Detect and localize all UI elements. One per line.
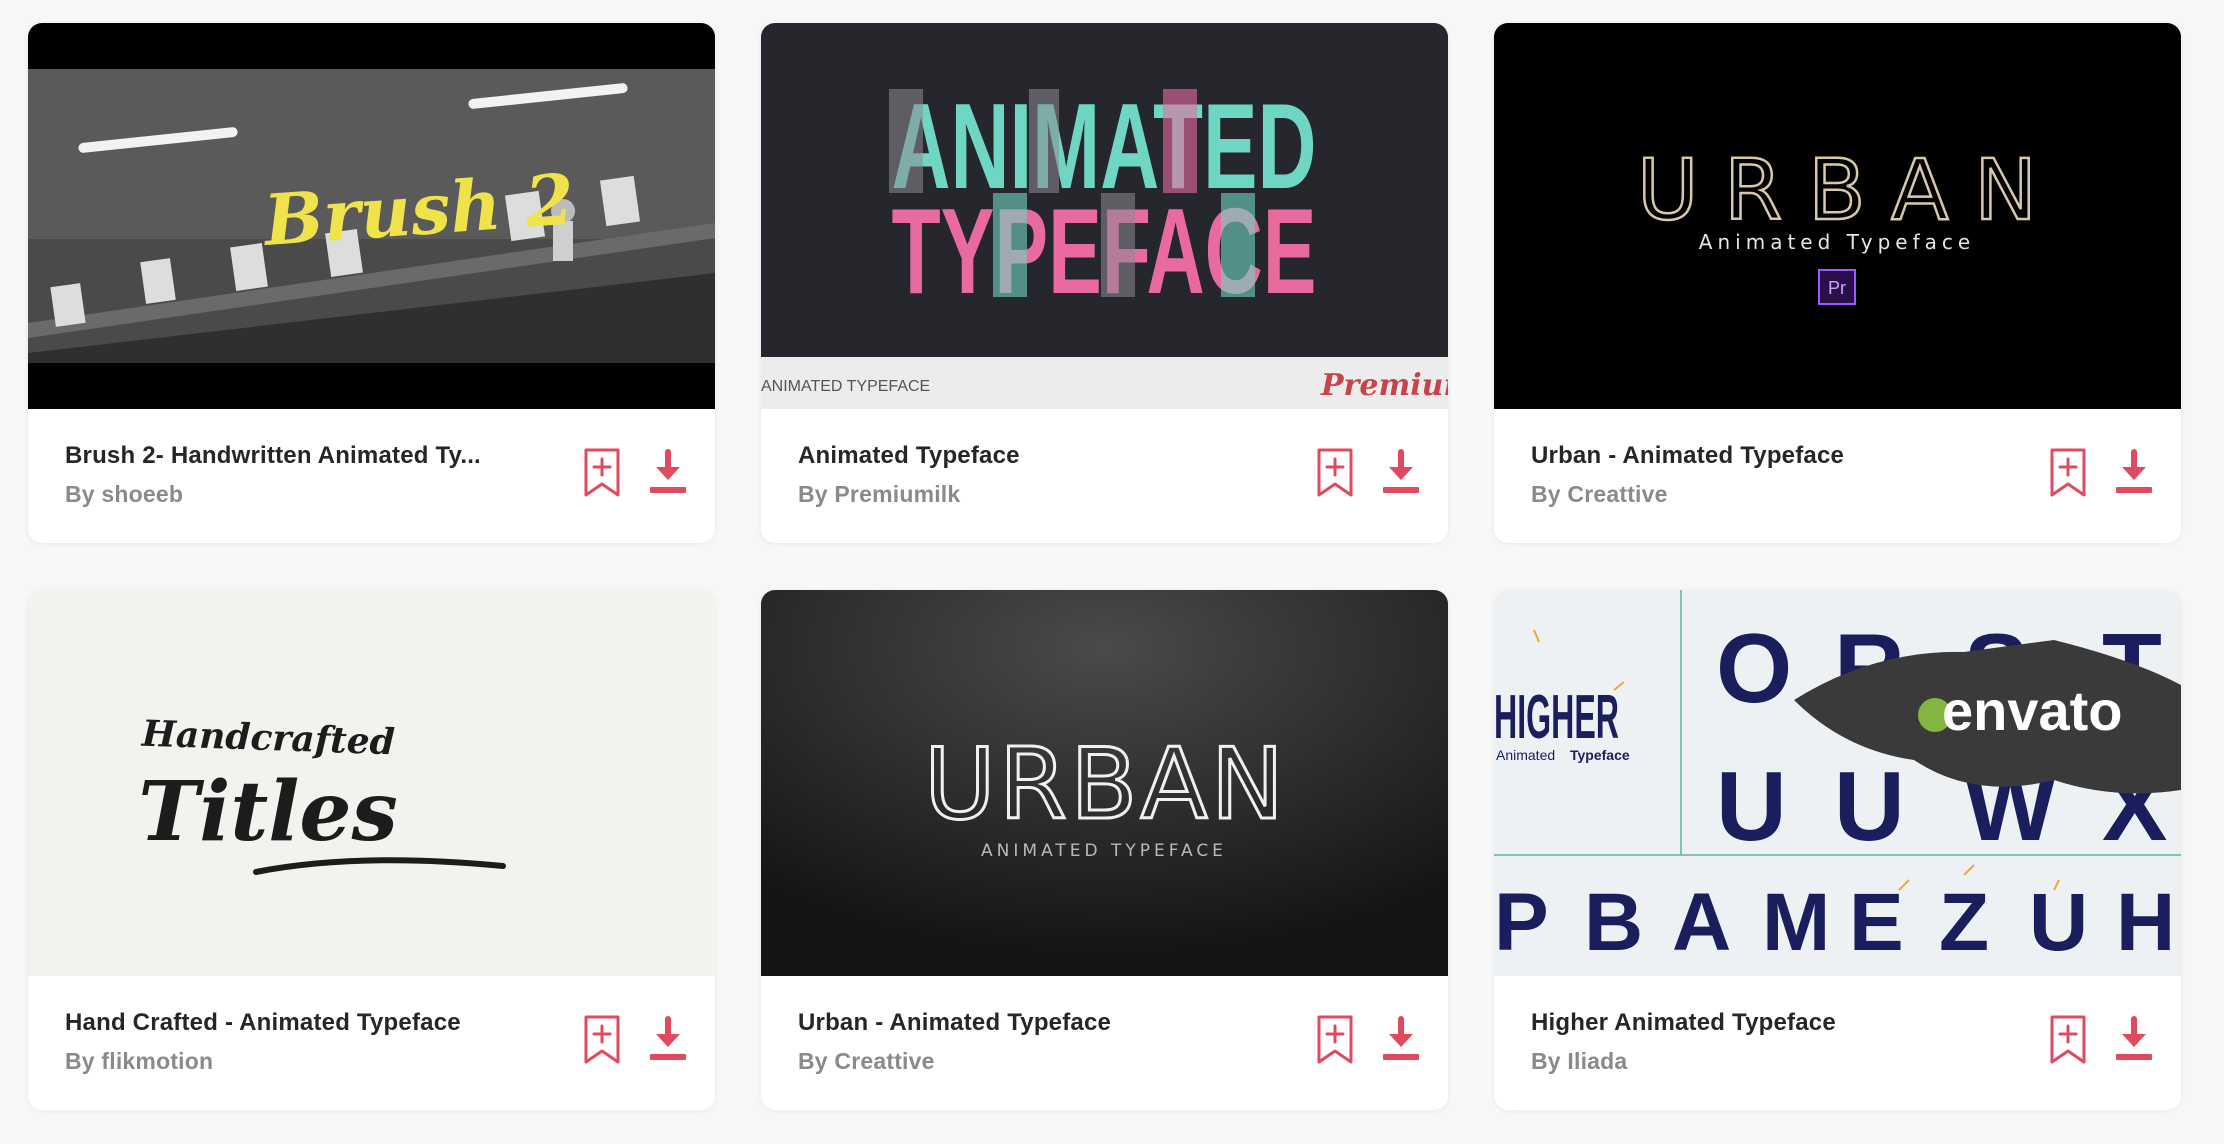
bookmark-add-icon	[2050, 448, 2086, 497]
typeface-results-grid: Brush 2 Brush 2- Handwritten Animated Ty…	[28, 23, 2181, 1110]
card-title[interactable]: Animated Typeface	[798, 442, 1248, 470]
download-button[interactable]	[644, 447, 692, 499]
thumb-footer-right: Premiumilk	[1320, 368, 1448, 403]
card-meta: Hand Crafted - Animated Typeface By flik…	[28, 976, 715, 1110]
bookmark-button[interactable]	[579, 447, 627, 499]
card-title[interactable]: Hand Crafted - Animated Typeface	[65, 1009, 515, 1037]
card-author[interactable]: By Creattive	[1531, 481, 1668, 508]
card-author[interactable]: By Creattive	[798, 1048, 935, 1075]
card-author[interactable]: By flikmotion	[65, 1048, 213, 1075]
download-icon	[2116, 1016, 2152, 1060]
bookmark-add-icon	[1317, 448, 1353, 497]
download-button[interactable]	[1377, 447, 1425, 499]
svg-text:H: H	[2116, 877, 2175, 968]
thumb-headline: URBAN	[924, 728, 1284, 842]
card-meta: Higher Animated Typeface By Iliada	[1494, 976, 2181, 1110]
bookmark-button[interactable]	[1312, 1014, 1360, 1066]
card-meta: Animated Typeface By Premiumilk	[761, 409, 1448, 543]
card-thumbnail[interactable]: Handcrafted Titles	[28, 590, 715, 976]
svg-text:O: O	[1716, 613, 1792, 723]
download-icon	[650, 1016, 686, 1060]
thumb-line1: Handcrafted	[140, 713, 395, 764]
bookmark-button[interactable]	[579, 1014, 627, 1066]
svg-text:P: P	[1494, 877, 1549, 968]
card-author[interactable]: By shoeeb	[65, 481, 183, 508]
download-button[interactable]	[2110, 447, 2158, 499]
thumbnail-image: Brush 2	[28, 23, 715, 409]
result-card[interactable]: URBAN ANIMATED TYPEFACE Urban - Animated…	[761, 590, 1448, 1110]
download-button[interactable]	[1377, 1014, 1425, 1066]
card-thumbnail[interactable]: HIGHER Animated Typeface O R S T U U W X…	[1494, 590, 2181, 976]
thumb-subtitle: ANIMATED TYPEFACE	[981, 841, 1227, 861]
bookmark-add-icon	[584, 1015, 620, 1064]
premiere-badge: Pr	[1828, 278, 1846, 298]
card-meta: Urban - Animated Typeface By Creattive	[1494, 409, 2181, 543]
card-thumbnail[interactable]: URBAN Animated Typeface Pr	[1494, 23, 2181, 409]
bookmark-add-icon	[1317, 1015, 1353, 1064]
thumb-headline: HIGHER	[1494, 683, 1619, 752]
card-author[interactable]: By Iliada	[1531, 1048, 1627, 1075]
thumb-subtitle: Animated Typeface	[1699, 230, 1975, 254]
card-thumbnail[interactable]: URBAN ANIMATED TYPEFACE	[761, 590, 1448, 976]
thumbnail-image: ANIMATED TYPEFACE ANIMATED TYPEFACE Prem…	[761, 23, 1448, 409]
thumbnail-image: URBAN ANIMATED TYPEFACE	[761, 590, 1448, 976]
card-title[interactable]: Urban - Animated Typeface	[798, 1009, 1248, 1037]
result-card[interactable]: Brush 2 Brush 2- Handwritten Animated Ty…	[28, 23, 715, 543]
download-button[interactable]	[644, 1014, 692, 1066]
thumb-headline: URBAN	[1637, 141, 2037, 239]
bookmark-button[interactable]	[2045, 447, 2093, 499]
thumb-subtitle1: Animated	[1496, 747, 1555, 763]
bookmark-add-icon	[584, 448, 620, 497]
svg-text:Z: Z	[1939, 877, 1989, 968]
result-card[interactable]: ANIMATED TYPEFACE ANIMATED TYPEFACE Prem…	[761, 23, 1448, 543]
card-thumbnail[interactable]: ANIMATED TYPEFACE ANIMATED TYPEFACE Prem…	[761, 23, 1448, 409]
svg-text:B: B	[1584, 877, 1643, 968]
card-title[interactable]: Brush 2- Handwritten Animated Ty...	[65, 442, 515, 470]
svg-text:A: A	[1672, 877, 1731, 968]
card-title[interactable]: Urban - Animated Typeface	[1531, 442, 1981, 470]
card-thumbnail[interactable]: Brush 2	[28, 23, 715, 409]
svg-text:U: U	[1834, 751, 1905, 861]
download-icon	[650, 449, 686, 493]
thumbnail-image: Handcrafted Titles	[28, 590, 715, 976]
download-icon	[1383, 1016, 1419, 1060]
svg-text:U: U	[2029, 877, 2088, 968]
svg-text:M: M	[1762, 877, 1830, 968]
download-button[interactable]	[2110, 1014, 2158, 1066]
bookmark-button[interactable]	[1312, 447, 1360, 499]
card-title[interactable]: Higher Animated Typeface	[1531, 1009, 1981, 1037]
result-card[interactable]: URBAN Animated Typeface Pr Urban - Anima…	[1494, 23, 2181, 543]
thumb-subtitle2: Typeface	[1570, 747, 1630, 763]
thumbnail-image: HIGHER Animated Typeface O R S T U U W X…	[1494, 590, 2181, 976]
card-meta: Brush 2- Handwritten Animated Ty... By s…	[28, 409, 715, 543]
result-card[interactable]: HIGHER Animated Typeface O R S T U U W X…	[1494, 590, 2181, 1110]
card-author[interactable]: By Premiumilk	[798, 481, 960, 508]
thumb-line2: Titles	[138, 764, 398, 860]
result-card[interactable]: Handcrafted Titles Hand Crafted - Animat…	[28, 590, 715, 1110]
svg-text:U: U	[1716, 751, 1787, 861]
thumb-footer-left: ANIMATED TYPEFACE	[761, 378, 930, 395]
bookmark-add-icon	[2050, 1015, 2086, 1064]
thumbnail-image: URBAN Animated Typeface Pr	[1494, 23, 2181, 409]
download-icon	[2116, 449, 2152, 493]
download-icon	[1383, 449, 1419, 493]
envato-watermark: envato	[1942, 679, 2123, 742]
card-meta: Urban - Animated Typeface By Creattive	[761, 976, 1448, 1110]
svg-text:E: E	[1849, 877, 1904, 968]
bookmark-button[interactable]	[2045, 1014, 2093, 1066]
